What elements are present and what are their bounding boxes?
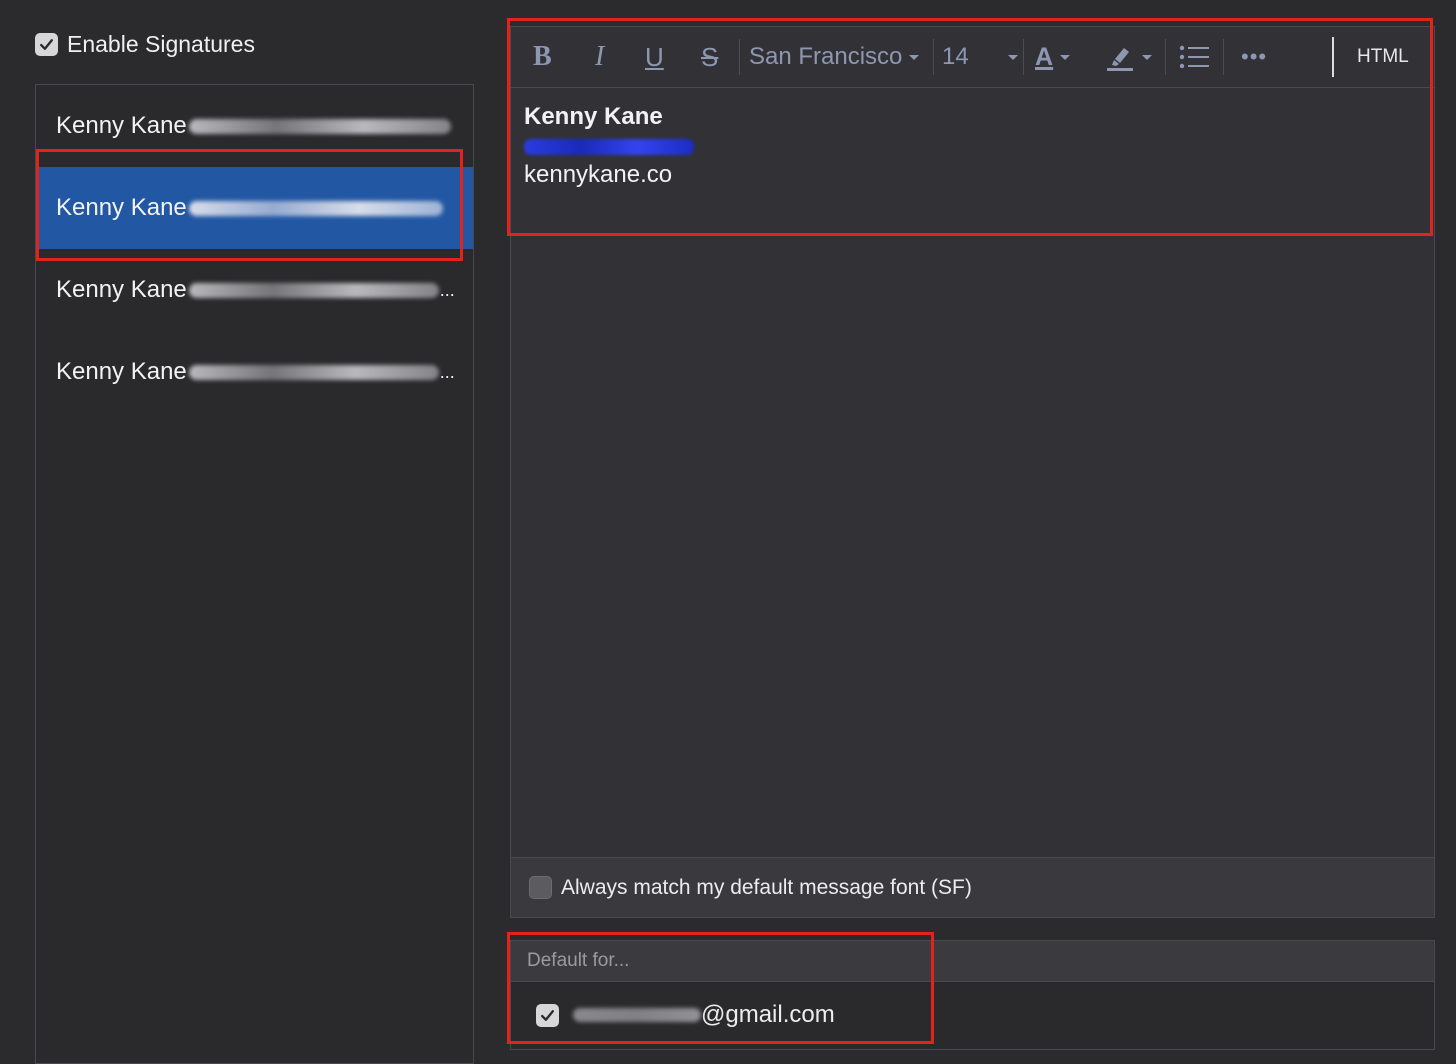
signature-list-item[interactable]: Kenny Kane ...: [36, 249, 473, 331]
redacted-email: [188, 282, 439, 298]
default-account-row[interactable]: @gmail.com: [536, 1001, 835, 1029]
truncation-ellipsis: ...: [439, 361, 455, 382]
enable-signatures-checkbox[interactable]: [35, 32, 58, 56]
toolbar-divider: [1332, 37, 1334, 77]
match-font-option[interactable]: Always match my default message font (SF…: [511, 857, 1434, 917]
signature-editor: B I U S San Francisco 14 A ••• HTML Kenn…: [510, 26, 1435, 918]
chevron-down-icon: [1142, 54, 1152, 60]
italic-button[interactable]: I: [595, 27, 604, 87]
formatting-toolbar: B I U S San Francisco 14 A ••• HTML: [511, 27, 1434, 88]
match-font-label: Always match my default message font (SF…: [561, 875, 972, 899]
match-font-checkbox[interactable]: [529, 876, 552, 899]
text-color-icon: A: [1035, 42, 1054, 71]
signature-item-name: Kenny Kane: [56, 194, 187, 221]
signature-list: Kenny Kane Kenny Kane Kenny Kane ... Ken…: [35, 84, 474, 1064]
more-options-button[interactable]: •••: [1241, 27, 1267, 87]
default-for-header: Default for...: [511, 941, 1434, 982]
font-size-value: 14: [942, 43, 969, 70]
truncation-ellipsis: ...: [439, 279, 455, 300]
toolbar-divider: [1165, 39, 1166, 75]
redacted-account-name: [573, 1008, 701, 1022]
highlighter-icon: [1107, 48, 1133, 71]
checkmark-icon: [541, 1009, 554, 1021]
bold-button[interactable]: B: [533, 27, 552, 87]
font-family-dropdown[interactable]: San Francisco: [749, 27, 920, 87]
underline-button[interactable]: U: [645, 27, 664, 87]
strikethrough-button[interactable]: S: [701, 27, 718, 87]
signature-list-item-selected[interactable]: Kenny Kane: [36, 167, 473, 249]
chevron-down-icon: [909, 54, 920, 60]
toolbar-divider: [1223, 39, 1224, 75]
highlight-color-button[interactable]: [1105, 27, 1152, 87]
signature-list-item[interactable]: Kenny Kane: [36, 85, 473, 167]
default-for-panel: Default for... @gmail.com: [510, 940, 1435, 1050]
redacted-email: [188, 200, 443, 216]
toolbar-divider: [739, 39, 740, 75]
text-color-button[interactable]: A: [1035, 27, 1071, 87]
signature-item-name: Kenny Kane: [56, 112, 187, 139]
enable-signatures-label: Enable Signatures: [67, 30, 255, 57]
font-family-value: San Francisco: [749, 43, 903, 70]
signature-name-text: Kenny Kane: [524, 103, 663, 130]
toolbar-divider: [933, 39, 934, 75]
account-email-domain: @gmail.com: [701, 1001, 835, 1028]
default-account-checkbox[interactable]: [536, 1003, 559, 1027]
redacted-email-link[interactable]: [524, 139, 694, 155]
checkmark-icon: [40, 38, 53, 50]
redacted-email: [188, 364, 439, 380]
signature-item-name: Kenny Kane: [56, 358, 187, 385]
signature-body[interactable]: Kenny Kane kennykane.co: [524, 103, 694, 189]
signature-item-name: Kenny Kane: [56, 276, 187, 303]
signature-website-text: kennykane.co: [524, 161, 673, 188]
bullet-list-button[interactable]: [1179, 27, 1211, 87]
chevron-down-icon: [1060, 54, 1071, 60]
enable-signatures-toggle[interactable]: Enable Signatures: [35, 28, 255, 60]
font-size-dropdown[interactable]: 14: [942, 27, 1018, 87]
chevron-down-icon: [1008, 54, 1018, 60]
bullet-list-icon: [1179, 45, 1209, 69]
html-mode-button[interactable]: HTML: [1357, 27, 1409, 87]
signature-list-item[interactable]: Kenny Kane ...: [36, 331, 473, 413]
redacted-email: [188, 118, 451, 134]
toolbar-divider: [1023, 39, 1024, 75]
